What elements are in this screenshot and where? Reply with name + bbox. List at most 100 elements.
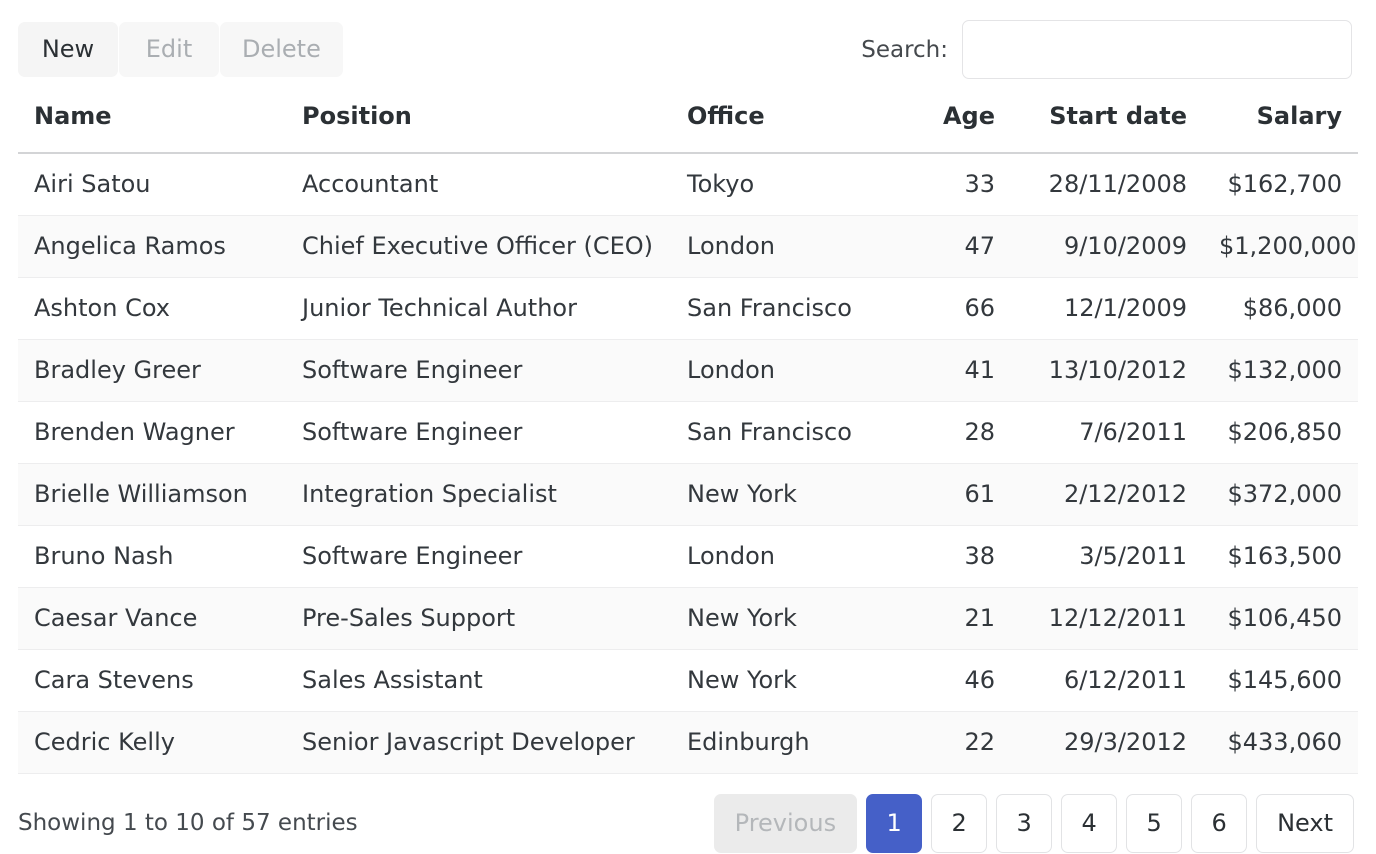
cell-name: Cara Stevens [18,649,286,712]
cell-office: San Francisco [671,277,886,340]
cell-name: Brielle Williamson [18,463,286,526]
table-row[interactable]: Bruno Nash Software Engineer London 38 3/5/2… [18,525,1358,588]
toolbar: New Edit Delete Search: [0,0,1376,96]
column-header-name[interactable]: Name [18,96,286,154]
search-label: Search: [861,36,948,63]
cell-age: 41 [886,339,1011,402]
cell-name: Cedric Kelly [18,711,286,774]
cell-start: 12/1/2009 [1011,277,1203,340]
delete-button[interactable]: Delete [220,22,343,77]
cell-salary: $145,600 [1203,649,1358,712]
cell-position: Software Engineer [286,525,671,588]
pagination: Previous 1 2 3 4 5 6 Next [713,794,1354,853]
cell-office: New York [671,463,886,526]
cell-position: Integration Specialist [286,463,671,526]
table-row[interactable]: Brielle Williamson Integration Specialist… [18,463,1358,526]
column-header-start-date[interactable]: Start date [1011,96,1203,154]
pagination-page-3[interactable]: 3 [996,794,1053,853]
cell-office: London [671,525,886,588]
cell-position: Accountant [286,153,671,216]
cell-office: London [671,215,886,278]
pagination-page-1[interactable]: 1 [866,794,923,853]
cell-age: 66 [886,277,1011,340]
cell-position: Junior Technical Author [286,277,671,340]
cell-start: 2/12/2012 [1011,463,1203,526]
cell-age: 33 [886,153,1011,216]
table-header: Name Position Office Age Start date Sala… [18,96,1358,154]
cell-start: 3/5/2011 [1011,525,1203,588]
table-row[interactable]: Cara Stevens Sales Assistant New York 46 6/1… [18,649,1358,712]
cell-name: Airi Satou [18,153,286,216]
table-row[interactable]: Caesar Vance Pre-Sales Support New York 21 1… [18,587,1358,650]
cell-office: London [671,339,886,402]
cell-age: 21 [886,587,1011,650]
cell-name: Bruno Nash [18,525,286,588]
cell-name: Angelica Ramos [18,215,286,278]
cell-position: Chief Executive Officer (CEO) [286,215,671,278]
cell-age: 46 [886,649,1011,712]
table-container: Name Position Office Age Start date Sala… [0,96,1376,774]
cell-salary: $86,000 [1203,277,1358,340]
cell-start: 9/10/2009 [1011,215,1203,278]
cell-age: 38 [886,525,1011,588]
cell-position: Software Engineer [286,339,671,402]
table-row[interactable]: Angelica Ramos Chief Executive Officer (C… [18,215,1358,278]
cell-position: Pre-Sales Support [286,587,671,650]
pagination-previous-button[interactable]: Previous [713,794,858,853]
cell-salary: $433,060 [1203,711,1358,774]
entries-info: Showing 1 to 10 of 57 entries [18,810,358,836]
pagination-page-5[interactable]: 5 [1126,794,1183,853]
cell-name: Ashton Cox [18,277,286,340]
cell-start: 29/3/2012 [1011,711,1203,774]
pagination-next-button[interactable]: Next [1256,794,1354,853]
column-header-office[interactable]: Office [671,96,886,154]
cell-start: 28/11/2008 [1011,153,1203,216]
cell-name: Caesar Vance [18,587,286,650]
cell-position: Software Engineer [286,401,671,464]
column-header-age[interactable]: Age [886,96,1011,154]
edit-button[interactable]: Edit [119,22,219,77]
new-button[interactable]: New [18,22,118,77]
cell-office: New York [671,649,886,712]
pagination-page-4[interactable]: 4 [1061,794,1118,853]
table-body: Airi Satou Accountant Tokyo 33 28/11/2008 $16… [18,153,1358,774]
cell-position: Senior Javascript Developer [286,711,671,774]
cell-start: 13/10/2012 [1011,339,1203,402]
cell-age: 28 [886,401,1011,464]
cell-office: San Francisco [671,401,886,464]
cell-start: 12/12/2011 [1011,587,1203,650]
cell-age: 47 [886,215,1011,278]
cell-salary: $206,850 [1203,401,1358,464]
cell-salary: $1,200,000 [1203,215,1358,278]
column-header-salary[interactable]: Salary [1203,96,1358,154]
datatable-page: New Edit Delete Search: Name Position Of… [0,0,1376,854]
pagination-page-2[interactable]: 2 [931,794,988,853]
table-row[interactable]: Cedric Kelly Senior Javascript Developer E… [18,711,1358,774]
cell-name: Bradley Greer [18,339,286,402]
cell-start: 7/6/2011 [1011,401,1203,464]
cell-name: Brenden Wagner [18,401,286,464]
cell-age: 22 [886,711,1011,774]
cell-age: 61 [886,463,1011,526]
cell-salary: $163,500 [1203,525,1358,588]
employee-table: Name Position Office Age Start date Sala… [18,96,1358,774]
table-row[interactable]: Brenden Wagner Software Engineer San Franc… [18,401,1358,464]
table-row[interactable]: Airi Satou Accountant Tokyo 33 28/11/2008 $16… [18,153,1358,216]
cell-salary: $372,000 [1203,463,1358,526]
pagination-page-6[interactable]: 6 [1191,794,1248,853]
cell-office: Edinburgh [671,711,886,774]
table-footer: Showing 1 to 10 of 57 entries Previous 1 2… [0,774,1376,854]
action-button-group: New Edit Delete [18,22,343,77]
cell-position: Sales Assistant [286,649,671,712]
column-header-position[interactable]: Position [286,96,671,154]
table-row[interactable]: Ashton Cox Junior Technical Author San Fra… [18,277,1358,340]
cell-office: New York [671,587,886,650]
table-row[interactable]: Bradley Greer Software Engineer London 41 13… [18,339,1358,402]
cell-salary: $162,700 [1203,153,1358,216]
cell-start: 6/12/2011 [1011,649,1203,712]
cell-office: Tokyo [671,153,886,216]
search-area: Search: [861,20,1352,79]
cell-salary: $106,450 [1203,587,1358,650]
search-input[interactable] [962,20,1352,79]
table-header-row: Name Position Office Age Start date Sala… [18,96,1358,154]
